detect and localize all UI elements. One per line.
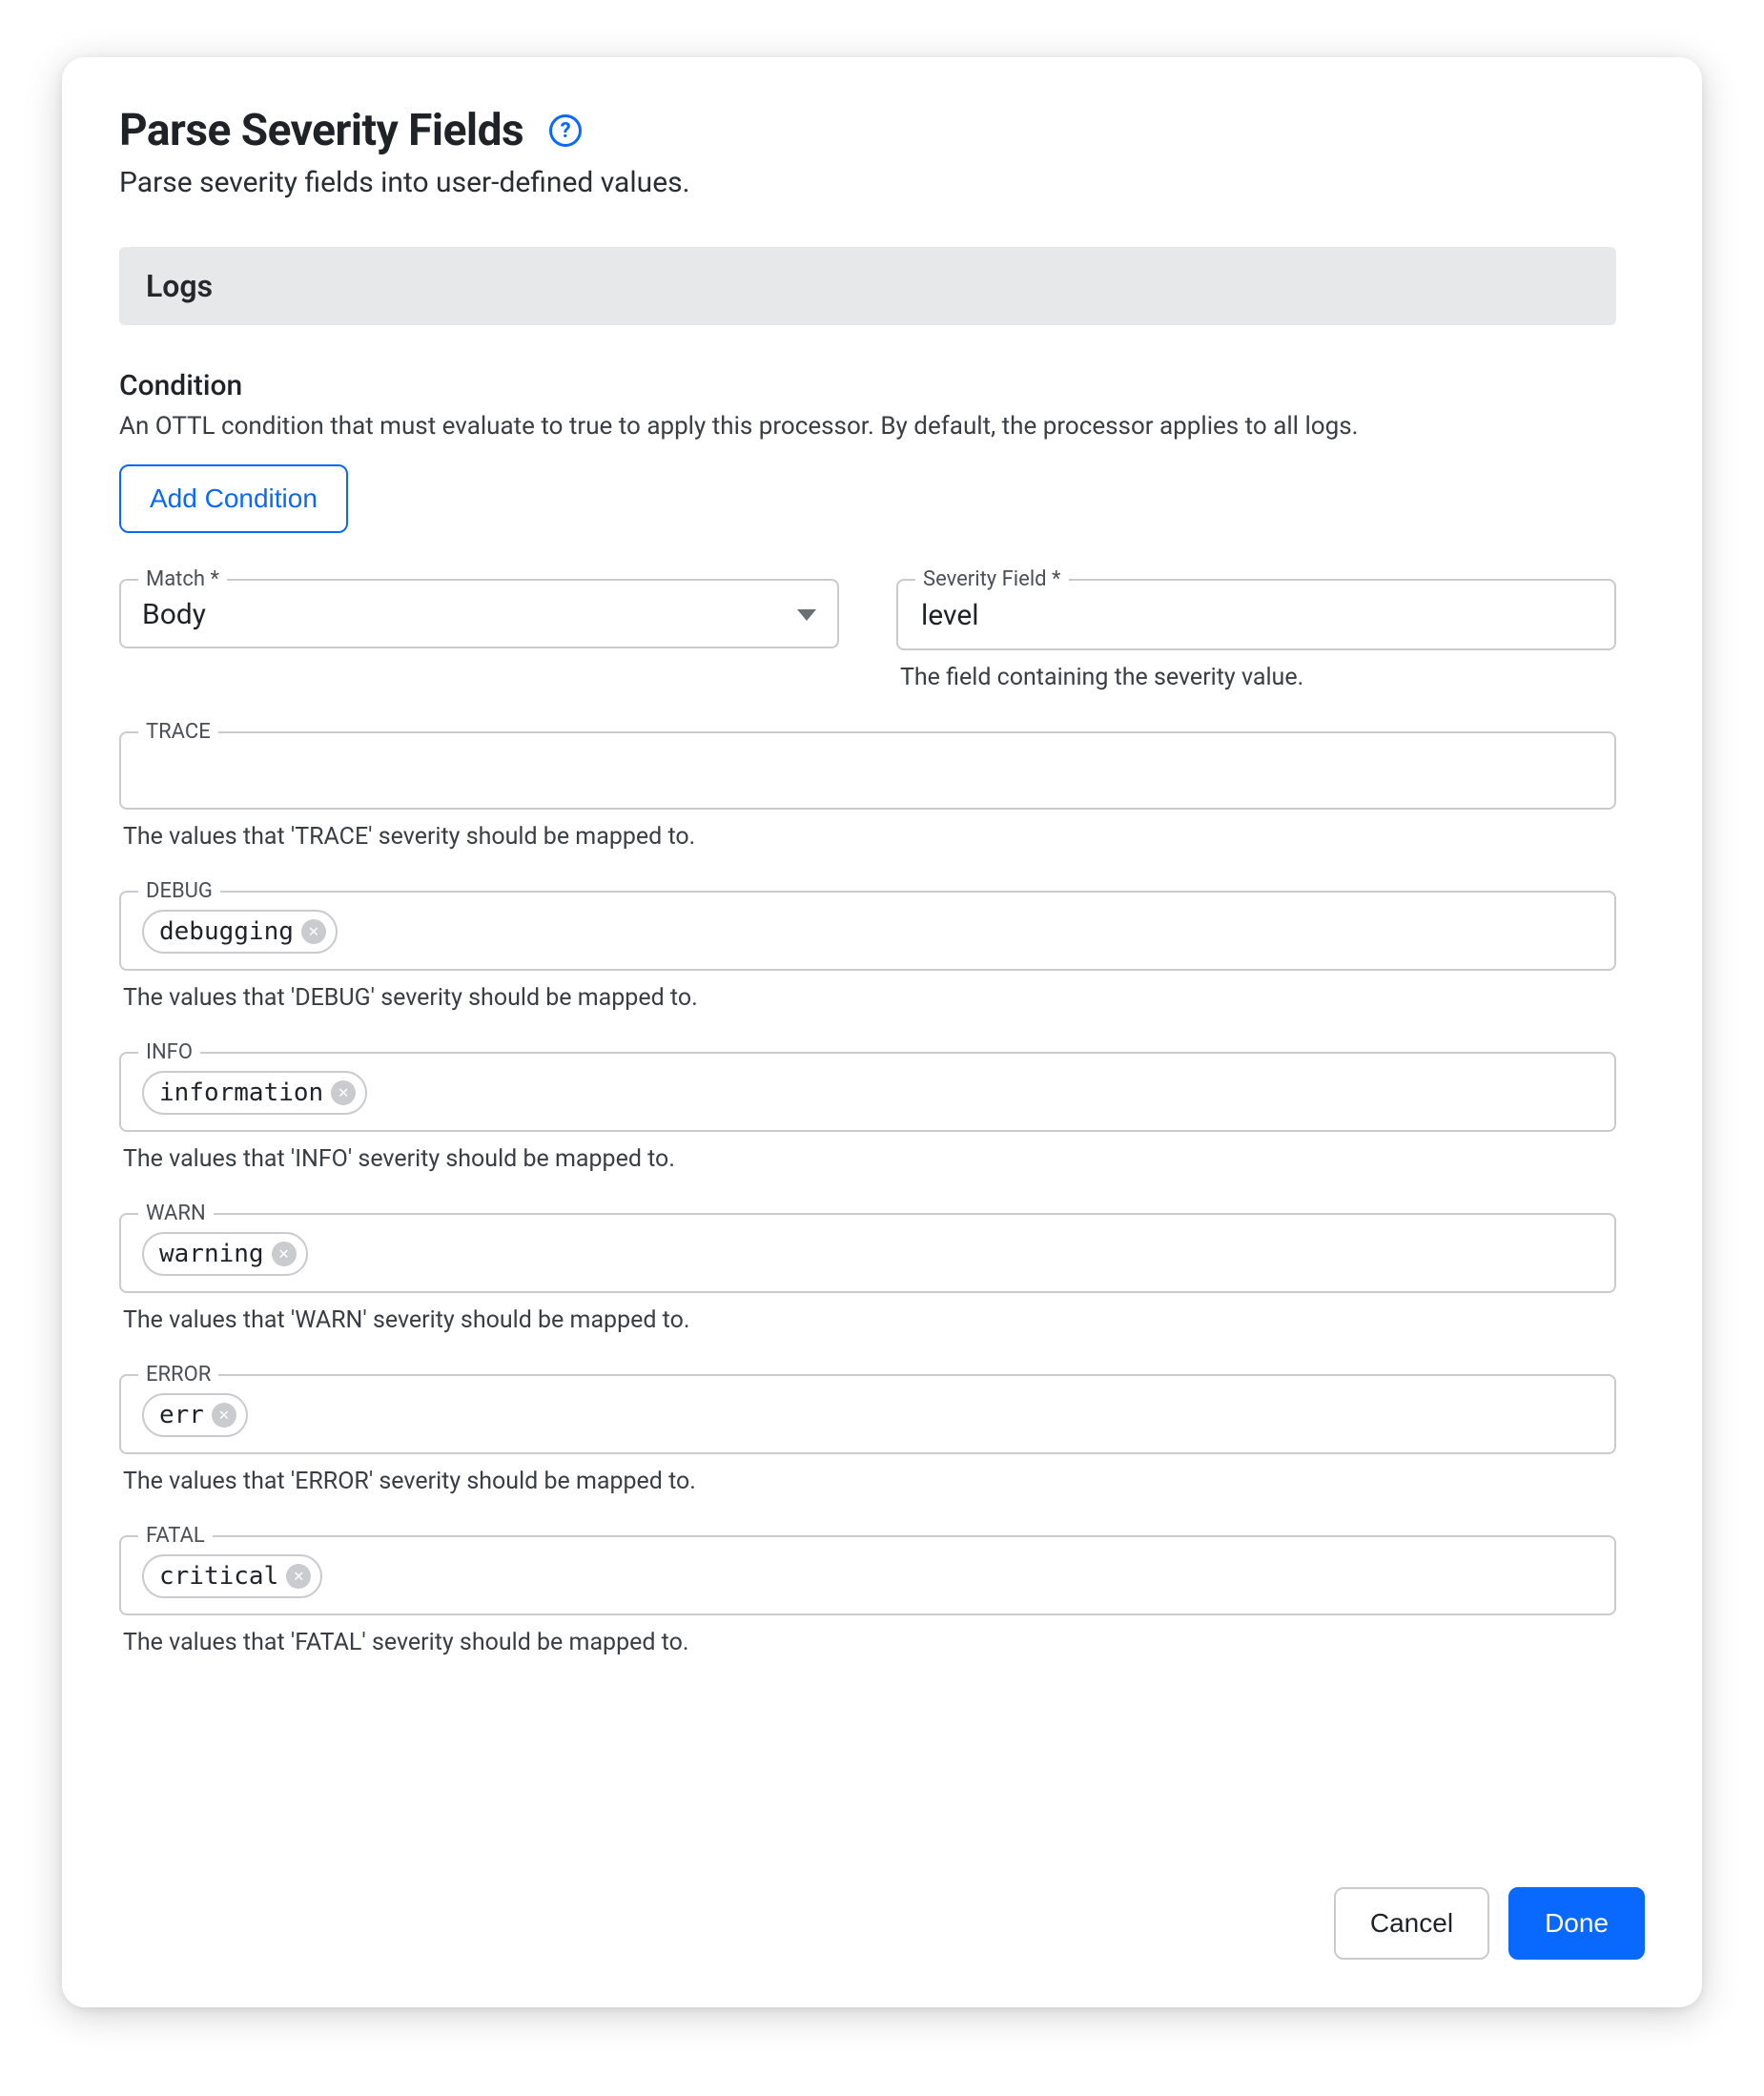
- severity-input-fatal[interactable]: FATALcritical: [119, 1535, 1616, 1615]
- chip-remove-icon[interactable]: [286, 1564, 311, 1589]
- severity-helper: The values that 'ERROR' severity should …: [119, 1468, 1616, 1495]
- severity-field-label: Severity Field *: [915, 567, 1069, 591]
- chip: warning: [142, 1232, 308, 1276]
- chip-label: warning: [159, 1240, 264, 1268]
- severity-label: DEBUG: [138, 879, 220, 903]
- severity-group-debug: DEBUGdebugging The values that 'DEBUG' se…: [119, 891, 1616, 1012]
- chip-label: err: [159, 1401, 204, 1429]
- severity-helper: The values that 'TRACE' severity should …: [119, 823, 1616, 851]
- chevron-down-icon: [797, 609, 816, 621]
- condition-title: Condition: [119, 369, 1616, 402]
- chip-remove-icon[interactable]: [212, 1403, 236, 1428]
- chip-input[interactable]: debugging: [142, 910, 1593, 954]
- severity-group-error: ERRORerr The values that 'ERROR' severity…: [119, 1374, 1616, 1495]
- severity-group-warn: WARNwarning The values that 'WARN' severi…: [119, 1213, 1616, 1334]
- chip-remove-icon[interactable]: [331, 1080, 356, 1105]
- chip-label: debugging: [159, 917, 294, 946]
- chip-input[interactable]: warning: [142, 1232, 1593, 1276]
- chip-label: information: [159, 1079, 323, 1107]
- modal-subtitle: Parse severity fields into user-defined …: [119, 166, 1645, 199]
- severity-label: WARN: [138, 1202, 214, 1225]
- chip-remove-icon[interactable]: [301, 919, 326, 944]
- chip-input[interactable]: [142, 750, 1593, 792]
- severity-input-error[interactable]: ERRORerr: [119, 1374, 1616, 1454]
- severity-helper: The values that 'WARN' severity should b…: [119, 1306, 1616, 1334]
- severity-field-input-wrap: Severity Field *: [896, 579, 1616, 650]
- chip-remove-icon[interactable]: [272, 1242, 297, 1266]
- modal-scroll-area[interactable]: Logs Condition An OTTL condition that mu…: [119, 247, 1645, 1830]
- chip-input[interactable]: err: [142, 1393, 1593, 1437]
- add-condition-button[interactable]: Add Condition: [119, 464, 348, 533]
- severity-group-trace: TRACE The values that 'TRACE' severity sh…: [119, 731, 1616, 851]
- help-icon[interactable]: ?: [546, 112, 585, 150]
- severity-label: TRACE: [138, 720, 218, 744]
- cancel-button[interactable]: Cancel: [1334, 1887, 1489, 1960]
- severity-field-input[interactable]: [919, 598, 1593, 633]
- severity-group-fatal: FATALcritical The values that 'FATAL' sev…: [119, 1535, 1616, 1656]
- condition-description: An OTTL condition that must evaluate to …: [119, 410, 1616, 443]
- severity-label: ERROR: [138, 1363, 218, 1387]
- severity-input-info[interactable]: INFOinformation: [119, 1052, 1616, 1132]
- severity-helper: The values that 'INFO' severity should b…: [119, 1145, 1616, 1173]
- section-header-logs: Logs: [119, 247, 1616, 325]
- modal-title: Parse Severity Fields: [119, 105, 523, 156]
- severity-input-warn[interactable]: WARNwarning: [119, 1213, 1616, 1293]
- severity-input-trace[interactable]: TRACE: [119, 731, 1616, 810]
- parse-severity-modal: Parse Severity Fields ? Parse severity f…: [62, 57, 1702, 2007]
- chip: err: [142, 1393, 248, 1437]
- chip-label: critical: [159, 1562, 278, 1591]
- chip: debugging: [142, 910, 338, 954]
- chip-input[interactable]: critical: [142, 1554, 1593, 1598]
- modal-footer: Cancel Done: [119, 1887, 1645, 1960]
- match-select[interactable]: Match * Body: [119, 579, 839, 648]
- chip-input[interactable]: information: [142, 1071, 1593, 1115]
- done-button[interactable]: Done: [1508, 1887, 1645, 1960]
- severity-group-info: INFOinformation The values that 'INFO' se…: [119, 1052, 1616, 1173]
- chip: information: [142, 1071, 367, 1115]
- severity-label: FATAL: [138, 1524, 213, 1548]
- severity-helper: The values that 'DEBUG' severity should …: [119, 984, 1616, 1012]
- modal-header: Parse Severity Fields ?: [119, 105, 1645, 156]
- severity-helper: The values that 'FATAL' severity should …: [119, 1629, 1616, 1656]
- severity-field-helper: The field containing the severity value.: [896, 664, 1616, 691]
- match-value: Body: [142, 598, 206, 631]
- severity-input-debug[interactable]: DEBUGdebugging: [119, 891, 1616, 971]
- match-label: Match *: [138, 567, 227, 591]
- severity-label: INFO: [138, 1040, 200, 1064]
- chip: critical: [142, 1554, 322, 1598]
- condition-block: Condition An OTTL condition that must ev…: [119, 369, 1616, 533]
